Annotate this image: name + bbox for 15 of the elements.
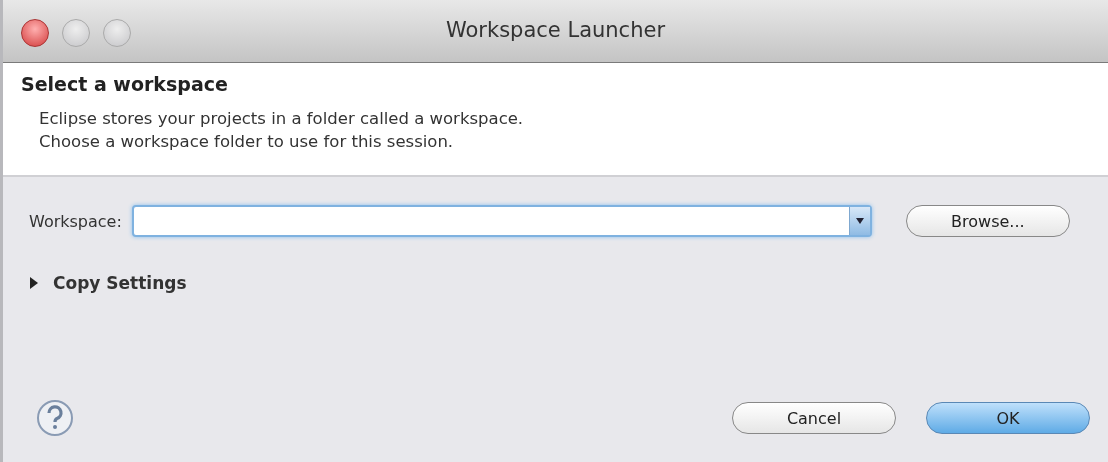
close-icon[interactable] [21, 19, 49, 47]
description-text: Choose a workspace folder to use for this session. [39, 131, 455, 153]
window-title: Workspace Launcher [445, 18, 666, 42]
cancel-button[interactable]: Cancel [732, 402, 896, 434]
disclosure-triangle-icon[interactable] [29, 277, 39, 289]
browse-button[interactable]: Browse... [905, 205, 1070, 237]
copy-settings-label: Copy Settings [53, 273, 187, 293]
help-icon[interactable] [35, 398, 75, 438]
zoom-icon[interactable] [103, 19, 131, 47]
minimize-icon[interactable] [62, 19, 90, 47]
ok-button[interactable]: OK [926, 402, 1090, 434]
copy-settings-expander[interactable]: Copy Settings [29, 273, 187, 293]
field-label: Workspace: [29, 211, 122, 231]
description-text: Eclipse stores your projects in a folder called a workspace. [39, 108, 525, 130]
dialog-heading: Select a workspace [21, 73, 229, 95]
